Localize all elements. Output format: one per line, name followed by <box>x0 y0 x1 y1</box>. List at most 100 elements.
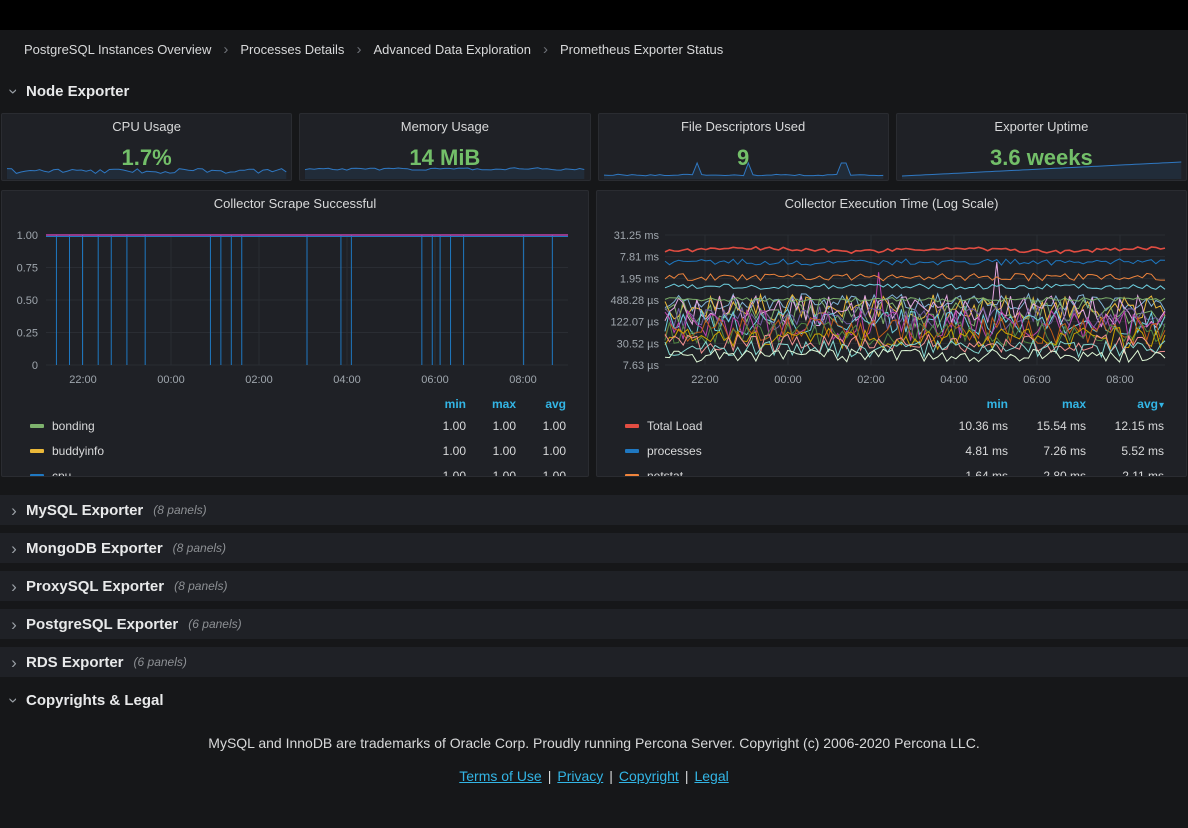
legend-min-value: 1.00 <box>416 444 466 458</box>
chevron-right-icon: › <box>8 616 20 633</box>
breadcrumb: PostgreSQL Instances Overview › Processe… <box>0 30 1188 68</box>
legend-col-max[interactable]: max <box>1008 397 1086 411</box>
svg-text:0.75: 0.75 <box>17 263 38 275</box>
svg-text:7.81 ms: 7.81 ms <box>620 252 660 264</box>
sparkline <box>301 159 588 179</box>
legend-series-toggle[interactable]: cpu <box>30 469 416 478</box>
copyright-panel: MySQL and InnoDB are trademarks of Oracl… <box>0 735 1188 784</box>
svg-text:122.07 µs: 122.07 µs <box>610 317 659 329</box>
svg-text:06:00: 06:00 <box>421 374 449 386</box>
panel-title[interactable]: Collector Scrape Successful <box>2 191 588 217</box>
legal-link[interactable]: Legal <box>694 768 728 784</box>
legend-col-avg[interactable]: avg▾ <box>1086 397 1164 411</box>
legend-avg-value: 1.00 <box>516 444 566 458</box>
privacy-link[interactable]: Privacy <box>557 768 603 784</box>
legend-min-value: 1.00 <box>416 419 466 433</box>
legend-avg-value: 12.15 ms <box>1086 419 1164 433</box>
graph-legend: min max avg▾ Total Load 10.36 ms 15.54 m… <box>597 395 1186 477</box>
legend-max-value: 1.00 <box>466 444 516 458</box>
link-separator: | <box>685 768 689 784</box>
legend-row-bonding: bonding 1.00 1.00 1.00 <box>30 413 566 438</box>
chevron-down-icon: › <box>6 694 23 706</box>
series-color-dash <box>30 449 44 453</box>
row-header-proxysql-exporter[interactable]: › ProxySQL Exporter (8 panels) <box>0 571 1188 601</box>
legend-series-toggle[interactable]: bonding <box>30 419 416 433</box>
panel-title[interactable]: Memory Usage <box>300 114 589 140</box>
legend-row-total-load: Total Load 10.36 ms 15.54 ms 12.15 ms <box>625 413 1164 438</box>
section-title: PostgreSQL Exporter <box>26 616 178 633</box>
legend-row-netstat: netstat 1.64 ms 2.80 ms 2.11 ms <box>625 463 1164 477</box>
legend-avg-value: 1.00 <box>516 469 566 478</box>
legend-avg-value: 2.11 ms <box>1086 469 1164 478</box>
legend-max-value: 1.00 <box>466 419 516 433</box>
svg-text:04:00: 04:00 <box>333 374 361 386</box>
terms-of-use-link[interactable]: Terms of Use <box>459 768 541 784</box>
legend-series-toggle[interactable]: Total Load <box>625 419 930 433</box>
legend-series-toggle[interactable]: buddyinfo <box>30 444 416 458</box>
chevron-down-icon: › <box>6 85 23 97</box>
row-header-rds-exporter[interactable]: › RDS Exporter (6 panels) <box>0 647 1188 677</box>
breadcrumb-item-overview[interactable]: PostgreSQL Instances Overview <box>24 42 211 57</box>
legend-series-toggle[interactable]: netstat <box>625 469 930 478</box>
scrape-successful-graph[interactable]: 1.000.750.500.25022:0000:0002:0004:0006:… <box>2 217 589 393</box>
legend-col-min[interactable]: min <box>930 397 1008 411</box>
svg-text:1.95 ms: 1.95 ms <box>620 273 660 285</box>
row-header-postgresql-exporter[interactable]: › PostgreSQL Exporter (6 panels) <box>0 609 1188 639</box>
legend-row-buddyinfo: buddyinfo 1.00 1.00 1.00 <box>30 438 566 463</box>
link-separator: | <box>548 768 552 784</box>
breadcrumb-item-advanced[interactable]: Advanced Data Exploration <box>373 42 531 57</box>
sort-caret-icon: ▾ <box>1159 400 1164 411</box>
svg-text:1.00: 1.00 <box>17 230 38 242</box>
series-color-dash <box>30 474 44 478</box>
row-header-node-exporter[interactable]: › Node Exporter <box>0 76 1188 106</box>
svg-text:0.25: 0.25 <box>17 328 38 340</box>
breadcrumb-item-processes[interactable]: Processes Details <box>240 42 344 57</box>
legend-col-max[interactable]: max <box>466 397 516 411</box>
svg-text:22:00: 22:00 <box>69 374 97 386</box>
legend-max-value: 15.54 ms <box>1008 419 1086 433</box>
chevron-right-icon: › <box>8 654 20 671</box>
stat-panel-file-descriptors: File Descriptors Used 9 <box>598 113 889 181</box>
legend-row-processes: processes 4.81 ms 7.26 ms 5.52 ms <box>625 438 1164 463</box>
legend-min-value: 4.81 ms <box>930 444 1008 458</box>
chart-panel-collector-scrape: Collector Scrape Successful 1.00 0.75 0.50… <box>1 190 589 477</box>
series-color-dash <box>30 424 44 428</box>
section-title: Node Exporter <box>26 83 129 100</box>
svg-text:7.63 µs: 7.63 µs <box>623 360 660 372</box>
stat-panel-memory-usage: Memory Usage 14 MiB <box>299 113 590 181</box>
kiosk-top-bar <box>0 0 1188 30</box>
svg-text:08:00: 08:00 <box>1106 374 1134 386</box>
svg-text:488.28 µs: 488.28 µs <box>610 295 659 307</box>
svg-text:00:00: 00:00 <box>774 374 802 386</box>
panel-title[interactable]: File Descriptors Used <box>599 114 888 140</box>
execution-time-graph[interactable]: 31.25 ms7.81 ms1.95 ms488.28 µs122.07 µs… <box>597 217 1187 393</box>
row-header-mysql-exporter[interactable]: › MySQL Exporter (8 panels) <box>0 495 1188 525</box>
legend-col-min[interactable]: min <box>416 397 466 411</box>
section-title: Copyrights & Legal <box>26 692 164 709</box>
sparkline <box>3 159 290 179</box>
svg-text:0.50: 0.50 <box>17 295 38 307</box>
panel-title[interactable]: Collector Execution Time (Log Scale) <box>597 191 1186 217</box>
graph-panels-row: Collector Scrape Successful 1.00 0.75 0.50… <box>0 190 1188 477</box>
copyright-link[interactable]: Copyright <box>619 768 679 784</box>
breadcrumb-item-exporter-status[interactable]: Prometheus Exporter Status <box>560 42 723 57</box>
sparkline <box>600 159 887 179</box>
section-title: MongoDB Exporter <box>26 540 163 557</box>
stat-panels-row: CPU Usage 1.7% Memory Usage 14 MiB File … <box>0 113 1188 181</box>
panel-title[interactable]: Exporter Uptime <box>897 114 1186 140</box>
svg-text:08:00: 08:00 <box>509 374 537 386</box>
legend-series-toggle[interactable]: processes <box>625 444 930 458</box>
panel-count: (8 panels) <box>173 541 226 555</box>
legend-col-avg[interactable]: avg <box>516 397 566 411</box>
legend-min-value: 1.64 ms <box>930 469 1008 478</box>
svg-text:0: 0 <box>32 360 38 372</box>
panel-title[interactable]: CPU Usage <box>2 114 291 140</box>
section-title: MySQL Exporter <box>26 502 143 519</box>
collapsed-rows: › MySQL Exporter (8 panels) › MongoDB Ex… <box>0 495 1188 677</box>
panel-count: (8 panels) <box>174 579 227 593</box>
legal-links: Terms of Use|Privacy|Copyright|Legal <box>0 768 1188 784</box>
panel-count: (6 panels) <box>134 655 187 669</box>
row-header-mongodb-exporter[interactable]: › MongoDB Exporter (8 panels) <box>0 533 1188 563</box>
svg-text:06:00: 06:00 <box>1023 374 1051 386</box>
row-header-copyrights-legal[interactable]: › Copyrights & Legal <box>0 685 1188 715</box>
